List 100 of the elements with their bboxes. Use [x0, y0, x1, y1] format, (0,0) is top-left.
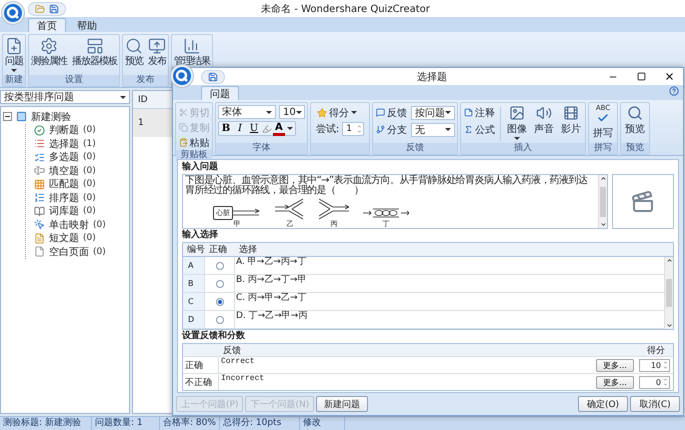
tree-item[interactable]: 空白页面 [49, 244, 89, 259]
attempts-label: 尝试: [316, 122, 340, 136]
tree-item[interactable]: 词库题 [49, 204, 79, 218]
media-button[interactable] [612, 174, 674, 229]
radio-button[interactable] [216, 262, 224, 270]
more-button[interactable]: 更多... [596, 376, 634, 388]
text-style-button[interactable]: B [219, 122, 233, 135]
layout-icon [86, 37, 104, 55]
group-label: 预览 [621, 143, 649, 154]
column-header: 选择 [238, 244, 258, 256]
close-icon [664, 71, 674, 82]
media-icon [631, 190, 655, 214]
bar-chart-icon [183, 37, 201, 55]
radio-button[interactable] [216, 280, 224, 288]
capillary-drawing [363, 206, 409, 220]
item-count: (0) [83, 192, 96, 203]
column-header: 正确 [208, 244, 228, 256]
list-icon [34, 138, 45, 150]
ribbon-button[interactable]: 预览 [125, 37, 143, 68]
tree-item[interactable]: 单击映射 [49, 218, 89, 232]
ribbon-tab[interactable]: 问题 [201, 86, 239, 100]
group-label: 反馈 [373, 143, 457, 154]
ribbon-tab[interactable]: 帮助 [68, 18, 106, 32]
ribbon-tab[interactable]: 首页 [28, 18, 66, 32]
ordered-list-icon [34, 192, 45, 204]
caret-icon [445, 128, 451, 131]
choice-field[interactable]: D. 丁→乙→甲→丙 [235, 311, 664, 328]
tree-item[interactable]: 多选题 [49, 150, 79, 164]
film-icon [563, 105, 579, 121]
ribbon-button[interactable]: 播放器模板 [72, 37, 117, 68]
feedback-dropdown[interactable]: 无 [411, 122, 455, 136]
scissors-icon [178, 108, 188, 117]
feedback-dropdown[interactable]: 按问题 [411, 106, 455, 120]
branch-icon [376, 125, 385, 134]
score-button[interactable]: 得分 [316, 105, 364, 120]
feedback-field[interactable]: Correct [219, 357, 596, 373]
blank-page-icon [34, 246, 45, 258]
table-cell: C [183, 293, 205, 310]
checklist-icon [34, 152, 45, 163]
choice-field[interactable]: A. 甲→乙→丙→丁 [235, 257, 664, 274]
text-style-button[interactable]: I [233, 122, 247, 135]
ribbon-button[interactable]: 声音 [532, 105, 556, 136]
ribbon-button[interactable]: 反馈 [375, 105, 408, 120]
magnifier-icon [627, 105, 643, 121]
section-heading: 设置反馈和分数 [182, 331, 246, 342]
caret-icon [296, 110, 302, 114]
item-count: (0) [83, 125, 96, 136]
section-heading: 输入选择 [182, 230, 219, 241]
more-button[interactable]: 更多... [596, 358, 634, 372]
ribbon-button[interactable]: 测验属性 [31, 37, 67, 68]
group-label: 发布 [123, 75, 168, 86]
radio-button[interactable] [216, 298, 224, 306]
tree-item[interactable]: 填空题 [49, 164, 79, 178]
tree-item[interactable]: 新建测验 [31, 110, 71, 124]
dialog-button[interactable]: 取消(C) [630, 396, 680, 412]
ribbon-button[interactable]: 发布 [148, 37, 166, 68]
tree-item[interactable]: 选择题 [49, 136, 79, 151]
choice-field[interactable]: B. 丙→乙→丁→甲 [235, 275, 664, 292]
group-label: 插入 [461, 143, 585, 154]
ribbon-button[interactable]: 粘贴 [178, 135, 210, 150]
dialog-button[interactable]: 新建问题 [316, 396, 368, 412]
tree-item[interactable]: 判断题 [49, 123, 79, 138]
dialog-button[interactable]: 确定(O) [578, 396, 628, 412]
question-text: 下图是心脏、血管示意图，其中“→”表示血流方向。从手背静脉处给胃炎病人输入药液，药液到达胃所经过的循环路线，最合理的是（ ） [185, 176, 588, 196]
ribbon-button[interactable]: 公式 [463, 122, 496, 137]
tree-item[interactable]: 短文题 [49, 231, 79, 246]
ribbon-button[interactable]: 注释 [463, 105, 496, 120]
font-color-button[interactable]: A [273, 122, 285, 136]
image-icon [509, 105, 525, 121]
ribbon-button[interactable]: 分支 [375, 122, 408, 137]
collapse-icon[interactable] [3, 112, 12, 122]
caret-icon [266, 110, 272, 114]
help-icon[interactable] [669, 86, 679, 96]
save-icon[interactable] [208, 72, 218, 82]
feedback-field[interactable]: Incorrect [219, 374, 596, 390]
highlighter-icon[interactable] [262, 124, 272, 134]
status-item: 测验标题: 新建测验 [0, 417, 92, 430]
group-label: 设置 [29, 75, 119, 86]
preview-button[interactable]: 预览 [623, 105, 647, 136]
ribbon-button[interactable]: 图像 [505, 105, 529, 140]
text-style-button[interactable]: U [247, 122, 261, 135]
ribbon-button[interactable]: 问题 [5, 37, 23, 72]
pointer-icon [34, 219, 45, 230]
maximize-icon [636, 72, 646, 81]
choice-field[interactable]: C. 丙→甲→乙→丁 [235, 293, 664, 310]
copy-icon [178, 123, 188, 132]
sort-dropdown[interactable]: 按类型排序问题 [0, 90, 130, 104]
save-icon[interactable] [49, 4, 59, 14]
item-count: (0) [93, 246, 106, 257]
row-label: 不正确 [183, 374, 219, 390]
ribbon-button[interactable]: 影片 [559, 105, 583, 136]
font-size-dropdown[interactable]: 10 [279, 105, 305, 119]
font-family-dropdown[interactable]: 宋体 [218, 105, 276, 119]
gear-icon [40, 37, 58, 55]
tree-item[interactable]: 匹配题 [49, 177, 79, 192]
section-heading: 输入问题 [182, 162, 219, 173]
item-count: (0) [83, 166, 96, 176]
radio-button[interactable] [216, 316, 224, 324]
status-item: 合格率: 80% [160, 417, 220, 430]
tree-item[interactable]: 排序题 [49, 190, 79, 205]
